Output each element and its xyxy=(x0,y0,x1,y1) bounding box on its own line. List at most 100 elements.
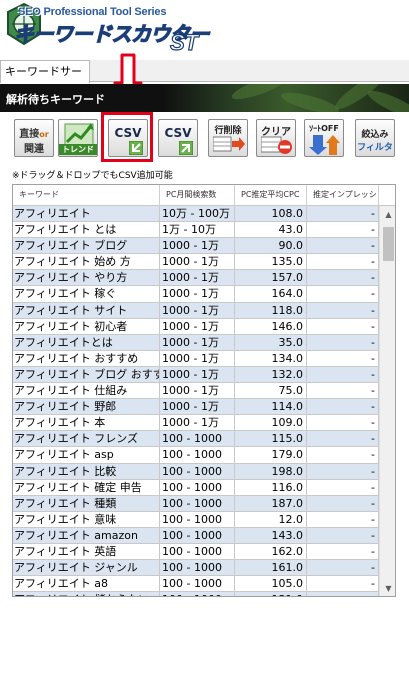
table-row[interactable]: アフィリエイト amazon 100 - 1000 143.0- xyxy=(13,527,379,544)
monthly-search-cell[interactable]: 100 - 1000 xyxy=(160,479,235,496)
table-row[interactable]: アフィリエイト おすすめ 1000 - 1万 134.0- xyxy=(13,350,379,367)
table-row[interactable]: アフィリエイト 比較 100 - 1000 198.0- xyxy=(13,463,379,480)
keyword-cell[interactable]: アフィリエイト 比較 xyxy=(13,463,160,480)
impression-cell[interactable]: - xyxy=(307,447,379,464)
table-row[interactable]: アフィリエイト 儲からない100 - 1000131.0- xyxy=(13,592,379,596)
monthly-search-cell[interactable]: 10万 - 100万 xyxy=(160,206,235,222)
monthly-search-cell[interactable]: 1000 - 1万 xyxy=(160,383,235,400)
cpc-cell[interactable]: 116.0 xyxy=(235,479,307,496)
impression-cell[interactable]: - xyxy=(307,527,379,544)
direct-or-related-button[interactable]: 直接or 関連 xyxy=(14,119,54,157)
cpc-cell[interactable]: 114.0 xyxy=(235,399,307,416)
impression-cell[interactable]: - xyxy=(307,222,379,239)
monthly-search-cell[interactable]: 1000 - 1万 xyxy=(160,302,235,319)
impression-cell[interactable]: - xyxy=(307,543,379,560)
impression-cell[interactable]: - xyxy=(307,383,379,400)
table-row[interactable]: アフィリエイト やり方 1000 - 1万 157.0- xyxy=(13,270,379,287)
table-row[interactable]: アフィリエイト 始め 方 1000 - 1万 135.0- xyxy=(13,254,379,271)
impression-cell[interactable]: - xyxy=(307,576,379,593)
keyword-cell[interactable]: アフィリエイト 種類 xyxy=(13,495,160,512)
monthly-search-cell[interactable]: 1000 - 1万 xyxy=(160,334,235,351)
sort-off-button[interactable]: ｿｰﾄOFF xyxy=(304,119,344,157)
impression-cell[interactable]: - xyxy=(307,399,379,416)
monthly-search-cell[interactable]: 100 - 1000 xyxy=(160,560,235,577)
monthly-search-cell[interactable]: 1000 - 1万 xyxy=(160,415,235,432)
monthly-search-cell[interactable]: 1000 - 1万 xyxy=(160,318,235,335)
table-row[interactable]: アフィリエイト a8 100 - 1000 105.0- xyxy=(13,576,379,593)
monthly-search-cell[interactable]: 1000 - 1万 xyxy=(160,399,235,416)
monthly-search-cell[interactable]: 100 - 1000 xyxy=(160,447,235,464)
cpc-cell[interactable]: 118.0 xyxy=(235,302,307,319)
keyword-cell[interactable]: アフィリエイト 意味 xyxy=(13,511,160,528)
cpc-cell[interactable]: 134.0 xyxy=(235,350,307,367)
keyword-cell[interactable]: アフィリエイト 仕組み xyxy=(13,383,160,400)
column-header-impressions[interactable]: 推定インプレッション xyxy=(307,185,379,206)
keyword-cell[interactable]: アフィリエイト フレンズ xyxy=(13,431,160,448)
monthly-search-cell[interactable]: 100 - 1000 xyxy=(160,592,235,596)
impression-cell[interactable]: - xyxy=(307,238,379,255)
monthly-search-cell[interactable]: 1000 - 1万 xyxy=(160,286,235,303)
cpc-cell[interactable]: 198.0 xyxy=(235,463,307,480)
table-row[interactable]: アフィリエイト 初心者 1000 - 1万 146.0- xyxy=(13,318,379,335)
clear-button[interactable]: クリア xyxy=(256,119,296,157)
cpc-cell[interactable]: 43.0 xyxy=(235,222,307,239)
impression-cell[interactable]: - xyxy=(307,431,379,448)
monthly-search-cell[interactable]: 100 - 1000 xyxy=(160,431,235,448)
keyword-cell[interactable]: アフィリエイト 儲からない xyxy=(13,592,160,596)
monthly-search-cell[interactable]: 1000 - 1万 xyxy=(160,270,235,287)
impression-cell[interactable]: - xyxy=(307,350,379,367)
keyword-cell[interactable]: アフィリエイト 確定 申告 xyxy=(13,479,160,496)
table-row[interactable]: アフィリエイト 稼ぐ 1000 - 1万 164.0- xyxy=(13,286,379,303)
impression-cell[interactable]: - xyxy=(307,479,379,496)
keyword-cell[interactable]: アフィリエイト おすすめ xyxy=(13,350,160,367)
impression-cell[interactable]: - xyxy=(307,254,379,271)
impression-cell[interactable]: - xyxy=(307,334,379,351)
cpc-cell[interactable]: 75.0 xyxy=(235,383,307,400)
keyword-cell[interactable]: アフィリエイト 稼ぐ xyxy=(13,286,160,303)
cpc-cell[interactable]: 105.0 xyxy=(235,576,307,593)
column-header-avg-cpc[interactable]: PC推定平均CPC xyxy=(235,185,307,206)
keyword-cell[interactable]: アフィリエイト サイト xyxy=(13,302,160,319)
keyword-cell[interactable]: アフィリエイト 英語 xyxy=(13,543,160,560)
monthly-search-cell[interactable]: 1000 - 1万 xyxy=(160,254,235,271)
table-row[interactable]: アフィリエイトとは 1000 - 1万 35.0- xyxy=(13,334,379,351)
cpc-cell[interactable]: 161.0 xyxy=(235,560,307,577)
cpc-cell[interactable]: 12.0 xyxy=(235,511,307,528)
table-row[interactable]: アフィリエイト サイト 1000 - 1万 118.0- xyxy=(13,302,379,319)
cpc-cell[interactable]: 131.0 xyxy=(235,592,307,596)
keyword-cell[interactable]: アフィリエイト ジャンル xyxy=(13,560,160,577)
impression-cell[interactable]: - xyxy=(307,592,379,596)
cpc-cell[interactable]: 164.0 xyxy=(235,286,307,303)
cpc-cell[interactable]: 135.0 xyxy=(235,254,307,271)
keyword-cell[interactable]: アフィリエイト asp xyxy=(13,447,160,464)
filter-button[interactable]: 絞込み フィルタ xyxy=(355,119,395,157)
cpc-cell[interactable]: 35.0 xyxy=(235,334,307,351)
impression-cell[interactable]: - xyxy=(307,206,379,222)
cpc-cell[interactable]: 143.0 xyxy=(235,527,307,544)
keyword-cell[interactable]: アフィリエイト xyxy=(13,206,160,222)
table-row[interactable]: アフィリエイト 10万 - 100万 108.0- xyxy=(13,206,379,223)
keyword-grid[interactable]: キーワード PC月間検索数 PC推定平均CPC 推定インプレッション アフィリエ… xyxy=(12,184,396,597)
impression-cell[interactable]: - xyxy=(307,511,379,528)
cpc-cell[interactable]: 179.0 xyxy=(235,447,307,464)
table-row[interactable]: アフィリエイト とは 1万 - 10万 43.0- xyxy=(13,222,379,239)
impression-cell[interactable]: - xyxy=(307,302,379,319)
scroll-up-icon[interactable]: ▲ xyxy=(380,206,395,223)
cpc-cell[interactable]: 187.0 xyxy=(235,495,307,512)
column-header-monthly-searches[interactable]: PC月間検索数 xyxy=(160,185,235,206)
keyword-cell[interactable]: アフィリエイト 始め 方 xyxy=(13,254,160,271)
monthly-search-cell[interactable]: 100 - 1000 xyxy=(160,511,235,528)
table-row[interactable]: アフィリエイト ブログ おすすめ 1000 - 1万 132.0- xyxy=(13,366,379,384)
monthly-search-cell[interactable]: 100 - 1000 xyxy=(160,576,235,593)
cpc-cell[interactable]: 157.0 xyxy=(235,270,307,287)
keyword-cell[interactable]: アフィリエイト ブログ おすすめ xyxy=(13,366,160,383)
monthly-search-cell[interactable]: 100 - 1000 xyxy=(160,527,235,544)
table-row[interactable]: アフィリエイト 野郎 1000 - 1万 114.0- xyxy=(13,399,379,416)
table-row[interactable]: アフィリエイト 仕組み 1000 - 1万 75.0- xyxy=(13,383,379,400)
csv-export-button[interactable]: CSV xyxy=(158,119,198,157)
cpc-cell[interactable]: 162.0 xyxy=(235,543,307,560)
keyword-cell[interactable]: アフィリエイト やり方 xyxy=(13,270,160,287)
keyword-cell[interactable]: アフィリエイト 野郎 xyxy=(13,399,160,416)
vertical-scrollbar[interactable]: ▲ ▼ xyxy=(379,206,395,596)
impression-cell[interactable]: - xyxy=(307,318,379,335)
